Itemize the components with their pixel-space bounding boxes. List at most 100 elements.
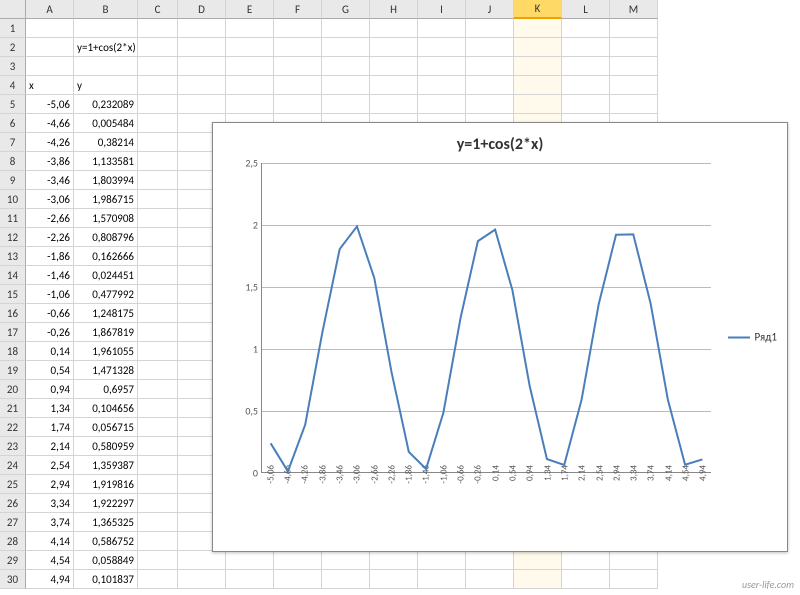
col-header-J[interactable]: J	[466, 0, 514, 19]
cell-J4[interactable]	[466, 76, 514, 95]
cell-H3[interactable]	[370, 57, 418, 76]
cell-K4[interactable]	[514, 76, 562, 95]
cell-A17[interactable]: -0,26	[26, 323, 74, 342]
cell-B30[interactable]: 0,101837	[74, 570, 138, 589]
cell-M29[interactable]	[610, 551, 658, 570]
cell-C16[interactable]	[138, 304, 178, 323]
cell-A10[interactable]: -3,06	[26, 190, 74, 209]
cell-C15[interactable]	[138, 285, 178, 304]
col-header-M[interactable]: M	[610, 0, 658, 19]
cell-B20[interactable]: 0,6957	[74, 380, 138, 399]
cell-B11[interactable]: 1,570908	[74, 209, 138, 228]
row-header-9[interactable]: 9	[0, 171, 26, 190]
row-header-21[interactable]: 21	[0, 399, 26, 418]
cell-C4[interactable]	[138, 76, 178, 95]
cell-K2[interactable]	[514, 38, 562, 57]
cell-A19[interactable]: 0,54	[26, 361, 74, 380]
cell-C1[interactable]	[138, 19, 178, 38]
cell-B23[interactable]: 0,580959	[74, 437, 138, 456]
cell-B5[interactable]: 0,232089	[74, 95, 138, 114]
cell-E1[interactable]	[226, 19, 274, 38]
cell-L2[interactable]	[562, 38, 610, 57]
row-header-18[interactable]: 18	[0, 342, 26, 361]
cell-C22[interactable]	[138, 418, 178, 437]
cell-A27[interactable]: 3,74	[26, 513, 74, 532]
cell-G1[interactable]	[322, 19, 370, 38]
row-header-1[interactable]: 1	[0, 19, 26, 38]
cell-I1[interactable]	[418, 19, 466, 38]
cell-C9[interactable]	[138, 171, 178, 190]
cell-D4[interactable]	[178, 76, 226, 95]
row-header-3[interactable]: 3	[0, 57, 26, 76]
cell-C29[interactable]	[138, 551, 178, 570]
cell-K29[interactable]	[514, 551, 562, 570]
cell-B25[interactable]: 1,919816	[74, 475, 138, 494]
cell-G5[interactable]	[322, 95, 370, 114]
cell-A29[interactable]: 4,54	[26, 551, 74, 570]
cell-K5[interactable]	[514, 95, 562, 114]
cell-B7[interactable]: 0,38214	[74, 133, 138, 152]
cell-B3[interactable]	[74, 57, 138, 76]
cell-J2[interactable]	[466, 38, 514, 57]
row-header-17[interactable]: 17	[0, 323, 26, 342]
cell-B17[interactable]: 1,867819	[74, 323, 138, 342]
cell-B8[interactable]: 1,133581	[74, 152, 138, 171]
cell-L4[interactable]	[562, 76, 610, 95]
cell-D2[interactable]	[178, 38, 226, 57]
cell-A6[interactable]: -4,66	[26, 114, 74, 133]
cell-B2[interactable]: y=1+cos(2*x)	[74, 38, 138, 57]
col-header-E[interactable]: E	[226, 0, 274, 19]
row-header-11[interactable]: 11	[0, 209, 26, 228]
cell-C30[interactable]	[138, 570, 178, 589]
row-header-5[interactable]: 5	[0, 95, 26, 114]
cell-A11[interactable]: -2,66	[26, 209, 74, 228]
cell-A12[interactable]: -2,26	[26, 228, 74, 247]
cell-B26[interactable]: 1,922297	[74, 494, 138, 513]
col-header-D[interactable]: D	[178, 0, 226, 19]
row-header-16[interactable]: 16	[0, 304, 26, 323]
cell-F1[interactable]	[274, 19, 322, 38]
cell-J29[interactable]	[466, 551, 514, 570]
cell-K1[interactable]	[514, 19, 562, 38]
cell-B9[interactable]: 1,803994	[74, 171, 138, 190]
row-header-6[interactable]: 6	[0, 114, 26, 133]
cell-F5[interactable]	[274, 95, 322, 114]
cell-C26[interactable]	[138, 494, 178, 513]
row-header-4[interactable]: 4	[0, 76, 26, 95]
cell-C13[interactable]	[138, 247, 178, 266]
row-header-27[interactable]: 27	[0, 513, 26, 532]
col-header-G[interactable]: G	[322, 0, 370, 19]
cell-C5[interactable]	[138, 95, 178, 114]
cell-H2[interactable]	[370, 38, 418, 57]
cell-A16[interactable]: -0,66	[26, 304, 74, 323]
cell-M30[interactable]	[610, 570, 658, 589]
cell-B29[interactable]: 0,058849	[74, 551, 138, 570]
cell-I3[interactable]	[418, 57, 466, 76]
col-header-F[interactable]: F	[274, 0, 322, 19]
cell-C12[interactable]	[138, 228, 178, 247]
cell-L1[interactable]	[562, 19, 610, 38]
row-header-8[interactable]: 8	[0, 152, 26, 171]
row-header-19[interactable]: 19	[0, 361, 26, 380]
cell-A21[interactable]: 1,34	[26, 399, 74, 418]
col-header-L[interactable]: L	[562, 0, 610, 19]
cell-C23[interactable]	[138, 437, 178, 456]
cell-C2[interactable]	[138, 38, 178, 57]
cell-A15[interactable]: -1,06	[26, 285, 74, 304]
row-header-25[interactable]: 25	[0, 475, 26, 494]
col-header-I[interactable]: I	[418, 0, 466, 19]
cell-B27[interactable]: 1,365325	[74, 513, 138, 532]
cell-C20[interactable]	[138, 380, 178, 399]
cell-M1[interactable]	[610, 19, 658, 38]
cell-A3[interactable]	[26, 57, 74, 76]
cell-I5[interactable]	[418, 95, 466, 114]
cell-K30[interactable]	[514, 570, 562, 589]
cell-C27[interactable]	[138, 513, 178, 532]
row-header-13[interactable]: 13	[0, 247, 26, 266]
cell-A13[interactable]: -1,86	[26, 247, 74, 266]
cell-A14[interactable]: -1,46	[26, 266, 74, 285]
row-header-10[interactable]: 10	[0, 190, 26, 209]
cell-J1[interactable]	[466, 19, 514, 38]
cell-C21[interactable]	[138, 399, 178, 418]
row-header-29[interactable]: 29	[0, 551, 26, 570]
